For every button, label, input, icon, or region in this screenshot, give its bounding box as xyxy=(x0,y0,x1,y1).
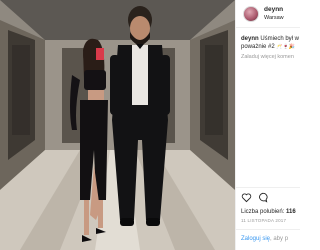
likes-count[interactable]: Liczba polubień: 116 xyxy=(241,209,296,215)
login-rest-text: , aby p xyxy=(270,236,289,242)
post-header: deynn Warsaw xyxy=(236,0,300,28)
post-sidebar: deynn Warsaw deynn Uśmiech był w poważni… xyxy=(235,0,300,250)
login-divider xyxy=(236,229,300,230)
login-link[interactable]: Zaloguj się xyxy=(241,236,270,242)
load-more-comments-link[interactable]: Załaduj więcej komen xyxy=(241,54,294,60)
comment-bubble-icon[interactable] xyxy=(257,192,268,203)
caption-line-1: deynn Uśmiech był w xyxy=(241,35,300,43)
post-caption: deynn Uśmiech był w poważnie #2 🥂🍷🎉 xyxy=(241,35,300,51)
caption-line-2: poważnie #2 🥂🍷🎉 xyxy=(241,43,300,51)
caption-text-1: Uśmiech był w xyxy=(260,36,300,42)
action-bar xyxy=(241,192,300,204)
post-date: 11 LISTOPADA 2017 xyxy=(241,218,287,223)
emoji-icons: 🥂🍷🎉 xyxy=(276,44,296,50)
header-username[interactable]: deynn xyxy=(264,6,283,13)
actions-divider xyxy=(236,187,300,188)
header-location[interactable]: Warsaw xyxy=(264,15,284,21)
login-prompt: Zaloguj się, aby p xyxy=(241,236,288,242)
post-photo[interactable] xyxy=(0,0,235,250)
caption-text-2: poważnie #2 xyxy=(241,44,277,50)
likes-label: Liczba polubień: xyxy=(241,209,285,215)
photo-illustration xyxy=(0,0,235,250)
profile-avatar[interactable] xyxy=(243,6,259,22)
likes-number: 116 xyxy=(286,209,296,215)
caption-username[interactable]: deynn xyxy=(241,36,259,42)
heart-outline-icon[interactable] xyxy=(241,192,252,203)
